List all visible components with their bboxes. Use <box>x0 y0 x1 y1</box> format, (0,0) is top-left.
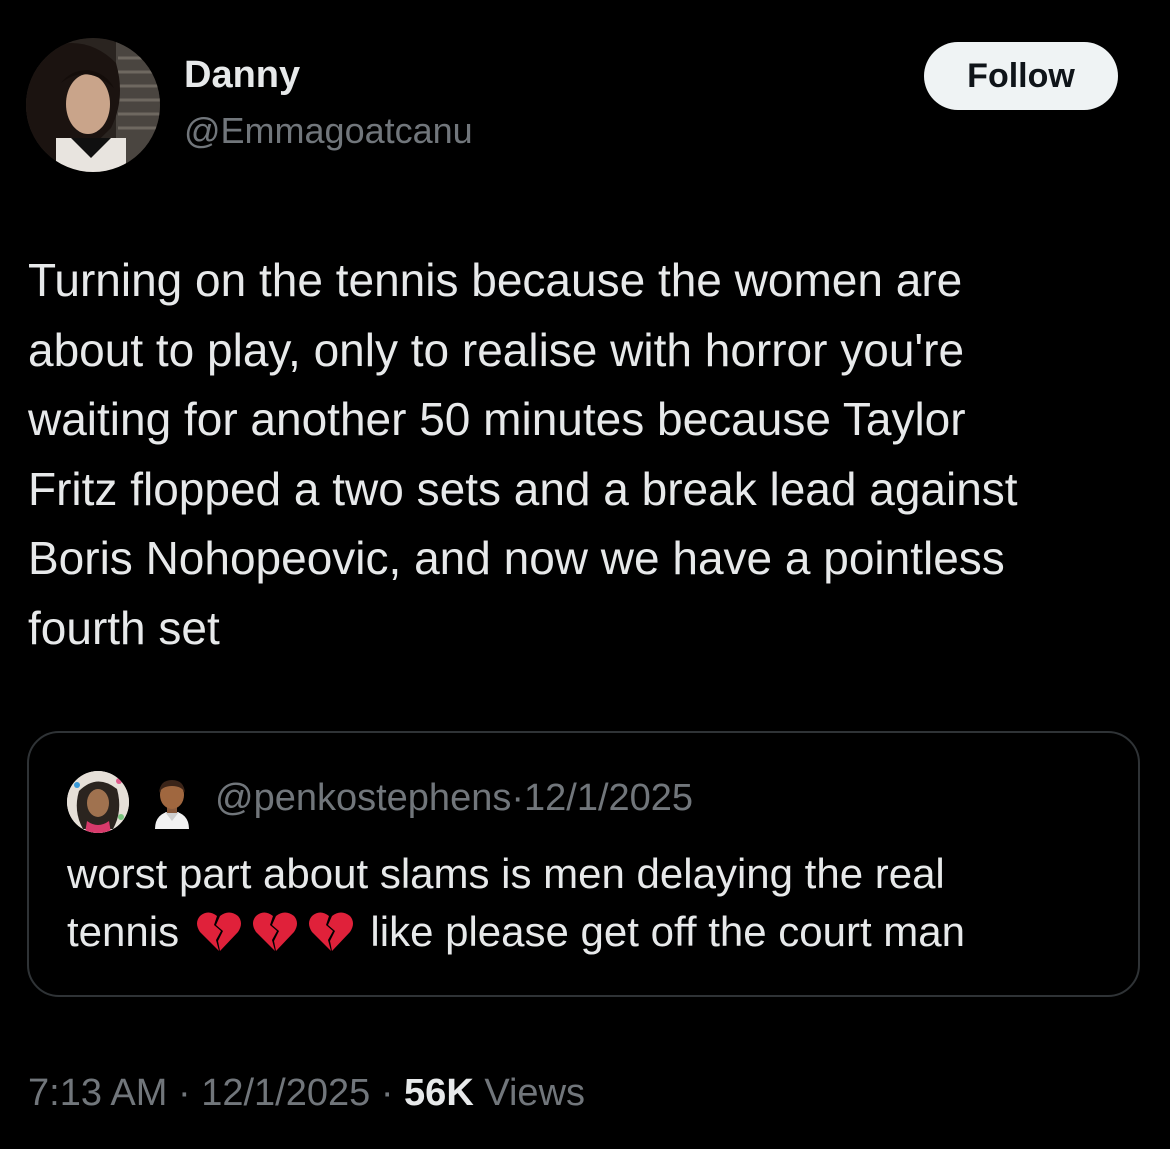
meta-separator: · <box>380 1072 394 1114</box>
tweet-text-line: waiting for another 50 minutes because T… <box>28 393 966 445</box>
tweet-text-line: fourth set <box>28 601 220 654</box>
quoted-tweet-card[interactable]: @penkostephens·12/1/2025 worst part abou… <box>27 731 1140 997</box>
quoted-tweet-line: tennis like please get off the court man <box>67 903 965 961</box>
quoted-author-avatar[interactable] <box>67 771 129 833</box>
tweet-text-line: Fritz flopped a two sets and a break lea… <box>28 462 1018 515</box>
quoted-tweet-meta: @penkostephens·12/1/2025 <box>215 777 693 820</box>
tweet-meta: 7:13 AM · 12/1/2025 · 56K Views <box>28 1072 585 1115</box>
quoted-tweet-line: worst part about slams is men delaying t… <box>67 850 945 897</box>
author-name[interactable]: Danny <box>184 54 300 97</box>
broken-heart-icon <box>196 910 242 952</box>
tweet-time[interactable]: 7:13 AM <box>28 1072 167 1114</box>
broken-heart-icon <box>308 910 354 952</box>
tweet-text-line: about to play, only to realise with horr… <box>28 323 965 376</box>
views-count: 56K <box>404 1072 474 1114</box>
views-label: Views <box>484 1072 586 1114</box>
quoted-tweet-date[interactable]: 12/1/2025 <box>524 777 693 819</box>
broken-heart-icon <box>252 910 298 952</box>
author-avatar-image <box>26 38 160 172</box>
tweet-text-line: Boris Nohopeovic, and now we have a poin… <box>28 532 1005 584</box>
quoted-tweet-words: like please get off the court man <box>370 908 966 955</box>
tweet-date[interactable]: 12/1/2025 <box>201 1072 370 1114</box>
meta-separator: · <box>177 1072 191 1114</box>
quoted-author-avatar-image <box>67 771 129 833</box>
quoted-tweet-word: tennis <box>67 908 180 955</box>
quoted-author-handle[interactable]: @penkostephens <box>215 777 511 819</box>
author-avatar[interactable] <box>26 38 160 172</box>
tweet-text-line: Turning on the tennis because the women … <box>28 254 963 306</box>
follow-button[interactable]: Follow <box>924 42 1118 110</box>
person-emoji-icon <box>155 780 189 829</box>
meta-separator: · <box>511 777 524 819</box>
tweet-text: Turning on the tennis because the women … <box>28 246 1138 663</box>
author-handle[interactable]: @Emmagoatcanu <box>184 110 473 152</box>
quoted-tweet-text: worst part about slams is men delaying t… <box>67 845 965 961</box>
